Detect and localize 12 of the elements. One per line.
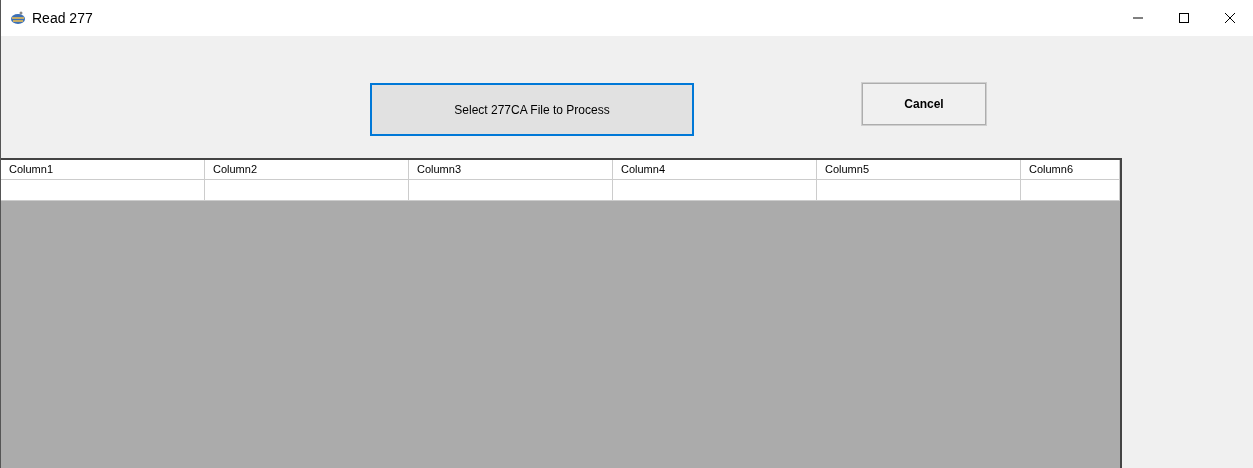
table-cell[interactable] xyxy=(613,180,817,201)
maximize-icon xyxy=(1179,13,1189,23)
globe-icon xyxy=(10,11,26,25)
window-title: Read 277 xyxy=(32,8,93,28)
select-file-button[interactable]: Select 277CA File to Process xyxy=(370,83,694,136)
table-cell[interactable] xyxy=(1021,180,1120,201)
table-cell[interactable] xyxy=(205,180,409,201)
table-cell[interactable] xyxy=(1,180,205,201)
table-cell[interactable] xyxy=(409,180,613,201)
cancel-button[interactable]: Cancel xyxy=(861,82,987,126)
close-icon xyxy=(1225,13,1235,23)
table-cell[interactable] xyxy=(817,180,1021,201)
